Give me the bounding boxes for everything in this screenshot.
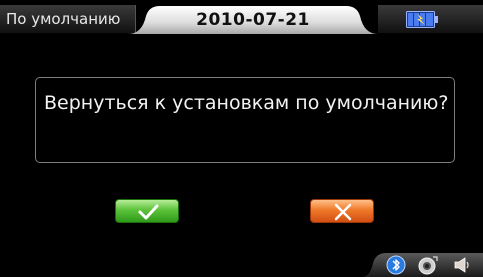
speaker-icon[interactable] — [452, 255, 472, 275]
cross-icon — [334, 203, 352, 221]
date-display: 2010-07-21 — [196, 10, 310, 30]
checkmark-icon — [138, 204, 159, 220]
date-tab: 2010-07-21 — [128, 6, 378, 34]
mode-label: По умолчанию — [0, 5, 136, 33]
confirm-button[interactable] — [115, 199, 179, 223]
battery-icon — [406, 11, 438, 28]
cancel-button[interactable] — [310, 199, 374, 223]
bluetooth-icon[interactable] — [386, 255, 406, 275]
dialog-message: Вернуться к установкам по умолчанию? — [44, 92, 449, 114]
confirm-dialog: Вернуться к установкам по умолчанию? — [35, 77, 455, 163]
top-bar: По умолчанию 2010-07-21 — [0, 0, 483, 38]
camera-icon[interactable] — [418, 255, 438, 275]
screen: По умолчанию 2010-07-21 Вернуться к уста… — [0, 0, 483, 277]
bottom-tray — [362, 251, 483, 277]
